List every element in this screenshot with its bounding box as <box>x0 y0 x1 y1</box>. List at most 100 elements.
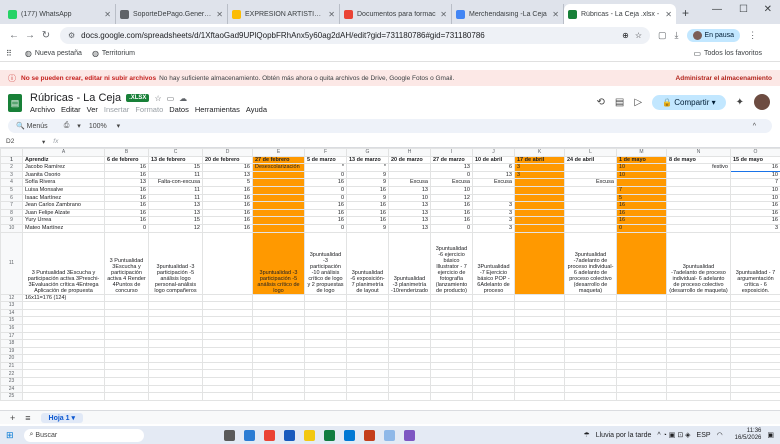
grid-cell[interactable]: 12 <box>430 193 473 203</box>
grid-cell[interactable]: 16 <box>104 208 149 218</box>
grid-cell[interactable] <box>564 208 617 218</box>
grid-cell[interactable] <box>388 339 431 348</box>
grid-cell[interactable] <box>148 339 203 348</box>
browser-tab[interactable]: Documentos para formac ✕ <box>340 4 452 24</box>
row-header[interactable]: 17 <box>0 331 23 341</box>
grid-cell[interactable]: 16 <box>616 208 667 218</box>
grid-cell[interactable] <box>430 354 473 363</box>
row-header[interactable]: 3 <box>0 170 23 180</box>
grid-cell[interactable] <box>104 323 149 333</box>
grid-cell[interactable]: 10 <box>616 170 667 180</box>
grid-cell[interactable] <box>564 384 617 394</box>
grid-cell[interactable] <box>514 331 565 341</box>
grid-cell[interactable] <box>666 384 731 394</box>
grid-cell[interactable] <box>252 223 305 233</box>
windows-start-icon[interactable]: ⊞ <box>6 430 14 441</box>
grid-cell[interactable]: 3 <box>514 163 565 172</box>
date-header-cell[interactable]: 17 de abril <box>514 155 565 165</box>
grid-cell[interactable] <box>564 193 617 203</box>
extensions-icon[interactable]: ▢ <box>658 30 667 41</box>
grid-cell[interactable]: 16 <box>730 201 780 210</box>
grid-cell[interactable] <box>616 369 667 379</box>
grid-cell[interactable] <box>202 293 253 303</box>
bookmark-territorium[interactable]: ◍ Territorium <box>92 49 135 58</box>
grid-cell[interactable] <box>388 392 431 401</box>
grid-cell[interactable] <box>202 339 253 348</box>
grid-cell[interactable] <box>148 323 203 333</box>
row-header[interactable]: 6 <box>0 193 23 203</box>
grid-cell[interactable] <box>148 392 203 401</box>
grid-cell[interactable] <box>148 308 203 318</box>
grid-cell[interactable] <box>564 354 617 363</box>
grid-cell[interactable] <box>472 354 515 363</box>
grid-cell[interactable] <box>388 346 431 356</box>
grid-cell[interactable]: 0 <box>304 193 347 203</box>
grid-cell[interactable] <box>202 308 253 318</box>
grid-cell[interactable] <box>472 377 515 386</box>
date-header-cell[interactable]: 10 de abril <box>472 155 515 165</box>
grid-cell[interactable]: Juanita Osorio <box>22 170 105 180</box>
grid-cell[interactable]: 3 <box>730 223 780 233</box>
grid-cell[interactable] <box>252 170 305 180</box>
grid-cell[interactable] <box>304 339 347 348</box>
grid-cell[interactable] <box>514 216 565 225</box>
date-header-cell[interactable]: 13 de febrero <box>148 155 203 165</box>
grid-cell[interactable] <box>430 316 473 325</box>
grid-cell[interactable] <box>472 185 515 195</box>
grid-cell[interactable] <box>304 354 347 363</box>
grid-cell[interactable] <box>304 301 347 310</box>
grid-cell[interactable] <box>304 377 347 386</box>
tab-close-icon[interactable]: ✕ <box>665 10 672 19</box>
grid-cell[interactable] <box>304 361 347 371</box>
grid-cell[interactable] <box>104 316 149 325</box>
grid-cell[interactable]: 0 <box>304 170 347 180</box>
column-header[interactable]: E <box>252 148 305 157</box>
grid-cell[interactable]: 7 <box>730 178 780 187</box>
grid-cell[interactable] <box>730 392 780 401</box>
grid-cell[interactable] <box>666 316 731 325</box>
grid-cell[interactable] <box>564 201 617 210</box>
grid-cell[interactable] <box>514 308 565 318</box>
column-header[interactable]: M <box>616 148 667 157</box>
grid-cell[interactable] <box>252 384 305 394</box>
grid-cell[interactable]: 16 <box>202 185 253 195</box>
grid-cell[interactable]: festivo <box>666 163 731 172</box>
grid-cell[interactable]: 10 <box>730 170 780 180</box>
grid-cell[interactable] <box>304 392 347 401</box>
criteria-cell[interactable]: 3puntualidad -3 participación -5 análisi… <box>148 231 203 295</box>
column-header[interactable]: G <box>346 148 389 157</box>
grid-cell[interactable] <box>202 377 253 386</box>
grid-cell[interactable] <box>472 369 515 379</box>
column-header[interactable]: H <box>388 148 431 157</box>
grid-cell[interactable] <box>22 361 105 371</box>
sheets-logo-icon[interactable]: ▤ <box>8 94 22 112</box>
close-window-icon[interactable]: ✕ <box>764 4 772 15</box>
comments-icon[interactable]: ▤ <box>615 97 624 108</box>
grid-cell[interactable] <box>472 193 515 203</box>
grid-cell[interactable] <box>430 346 473 356</box>
grid-cell[interactable] <box>22 331 105 341</box>
grid-cell[interactable] <box>430 339 473 348</box>
grid-cell[interactable] <box>730 377 780 386</box>
row-header[interactable]: 14 <box>0 308 23 318</box>
date-header-cell[interactable]: 27 de febrero <box>252 155 305 165</box>
grid-cell[interactable] <box>430 323 473 333</box>
row-header[interactable]: 5 <box>0 185 23 195</box>
search-menus-button[interactable]: 🔍 Menús <box>16 122 56 130</box>
grid-cell[interactable]: 13 <box>148 208 203 218</box>
grid-cell[interactable]: 11 <box>148 185 203 195</box>
grid-cell[interactable] <box>252 185 305 195</box>
grid-cell[interactable]: 0 <box>104 223 149 233</box>
manage-storage-link[interactable]: Administrar el almacenamiento <box>676 75 772 82</box>
grid-cell[interactable] <box>730 316 780 325</box>
grid-cell[interactable] <box>564 223 617 233</box>
tab-close-icon[interactable]: ✕ <box>104 10 111 19</box>
grid-cell[interactable] <box>514 361 565 371</box>
paint-format-icon[interactable]: ▾ <box>77 122 81 130</box>
site-info-icon[interactable]: ⚙ <box>68 31 75 40</box>
criteria-cell[interactable]: 3puntualidad -3 participación -5 análisi… <box>252 231 305 295</box>
minimize-icon[interactable]: — <box>712 4 722 15</box>
menu-archivo[interactable]: Archivo <box>30 105 55 114</box>
grid-cell[interactable] <box>22 339 105 348</box>
grid-cell[interactable] <box>388 361 431 371</box>
